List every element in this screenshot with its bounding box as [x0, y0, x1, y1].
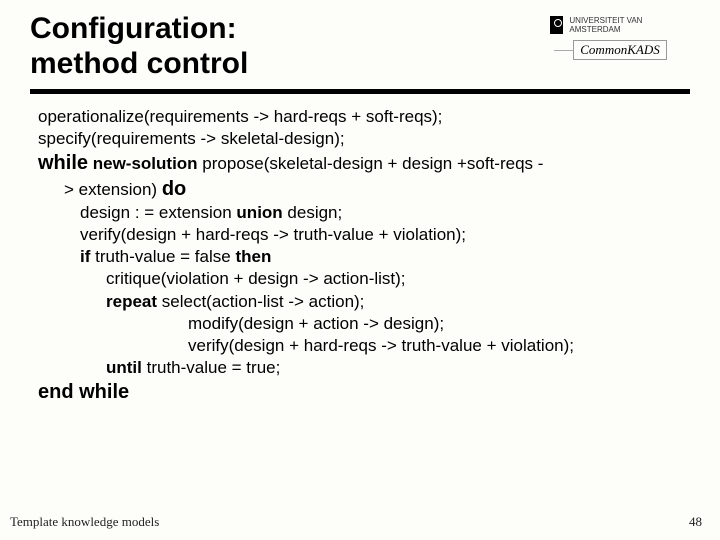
- footer-text: Template knowledge models: [10, 514, 159, 530]
- slide-title: Configuration: method control: [30, 12, 550, 81]
- code-line: specify(requirements -> skeletal-design)…: [38, 128, 682, 150]
- uva-crest-icon: [550, 16, 563, 34]
- code-line: design : = extension union design;: [38, 202, 682, 224]
- code-text: new-solution: [88, 154, 202, 173]
- code-line: operationalize(requirements -> hard-reqs…: [38, 106, 682, 128]
- code-line: until truth-value = true;: [38, 357, 682, 379]
- code-text: select(action-list -> action);: [157, 292, 364, 311]
- commonkads-logo-text: CommonKADS: [580, 42, 659, 57]
- code-text: design;: [283, 203, 343, 222]
- code-line: verify(design + hard-reqs -> truth-value…: [38, 335, 682, 357]
- code-text: verify(design + hard-reqs -> truth-value…: [80, 225, 466, 244]
- keyword-while: while: [38, 152, 88, 174]
- commonkads-logo: CommonKADS: [573, 40, 666, 60]
- page-number: 48: [689, 514, 702, 530]
- footer: Template knowledge models 48: [0, 514, 720, 530]
- code-text: design : = extension: [80, 203, 236, 222]
- keyword-until: until: [106, 358, 142, 377]
- code-line: while new-solution propose(skeletal-desi…: [38, 150, 682, 176]
- code-line: critique(violation + design -> action-li…: [38, 268, 682, 290]
- slide: Configuration: method control UNIVERSITE…: [0, 0, 720, 540]
- code-text: operationalize(requirements -> hard-reqs…: [38, 107, 442, 126]
- keyword-if: if: [80, 247, 90, 266]
- uva-logo-text: UNIVERSITEIT VAN AMSTERDAM: [569, 16, 690, 34]
- pseudocode-block: operationalize(requirements -> hard-reqs…: [0, 94, 720, 405]
- code-line: if truth-value = false then: [38, 246, 682, 268]
- header: Configuration: method control UNIVERSITE…: [0, 0, 720, 81]
- code-text: truth-value = false: [90, 247, 235, 266]
- code-text: critique(violation + design -> action-li…: [106, 269, 406, 288]
- logo-area: UNIVERSITEIT VAN AMSTERDAM CommonKADS: [550, 16, 690, 60]
- code-text: specify(requirements -> skeletal-design)…: [38, 129, 345, 148]
- code-line: modify(design + action -> design);: [38, 313, 682, 335]
- code-line: verify(design + hard-reqs -> truth-value…: [38, 224, 682, 246]
- code-text: verify(design + hard-reqs -> truth-value…: [188, 336, 574, 355]
- code-text: propose(skeletal-design + design +soft-r…: [202, 154, 543, 173]
- keyword-do: do: [162, 178, 186, 200]
- keyword-repeat: repeat: [106, 292, 157, 311]
- uva-logo: UNIVERSITEIT VAN AMSTERDAM: [550, 16, 690, 34]
- code-line: end while: [38, 379, 682, 405]
- code-text: truth-value = true;: [142, 358, 280, 377]
- code-line: repeat select(action-list -> action);: [38, 291, 682, 313]
- title-line-1: Configuration:: [30, 12, 237, 45]
- keyword-union: union: [236, 203, 282, 222]
- keyword-end-while: end while: [38, 381, 129, 403]
- code-text: > extension): [64, 180, 162, 199]
- keyword-then: then: [235, 247, 271, 266]
- code-line: > extension) do: [38, 176, 682, 202]
- code-text: modify(design + action -> design);: [188, 314, 444, 333]
- title-line-2: method control: [30, 47, 248, 80]
